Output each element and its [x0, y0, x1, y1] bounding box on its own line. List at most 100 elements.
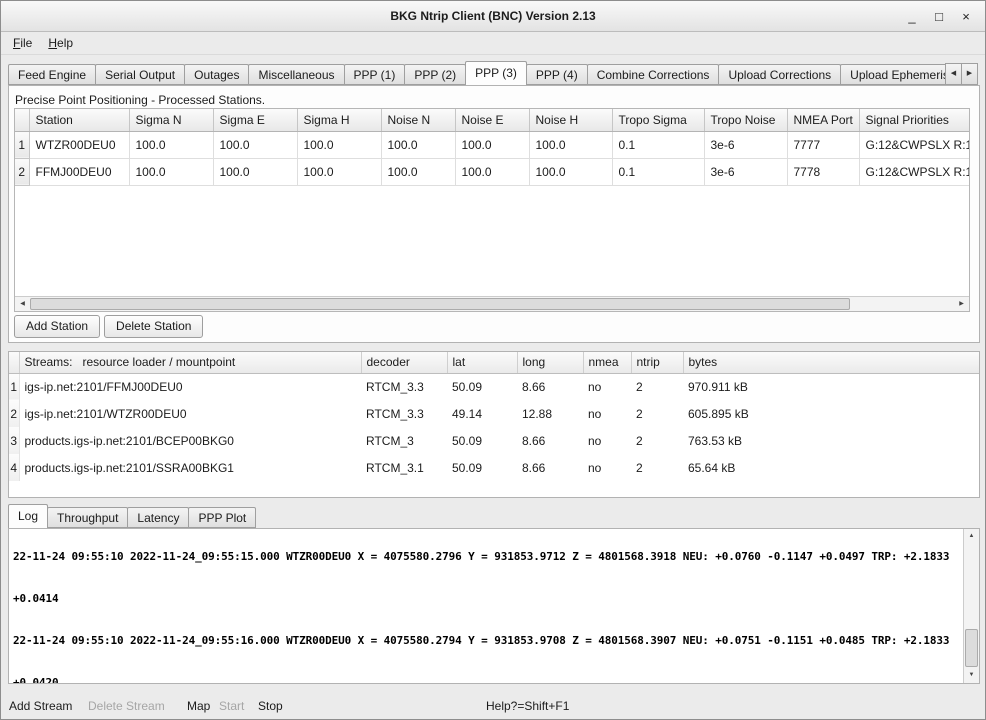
tropo-noise-cell[interactable]: 3e-6 [704, 158, 787, 185]
delete-station-button[interactable]: Delete Station [104, 315, 203, 338]
tab-ppp-3[interactable]: PPP (3) [465, 61, 527, 85]
mountpoint-cell[interactable]: igs-ip.net:2101/FFMJ00DEU0 [19, 373, 361, 400]
noise-n-cell[interactable]: 100.0 [381, 158, 455, 185]
mountpoint-cell[interactable]: products.igs-ip.net:2101/SSRA00BKG1 [19, 454, 361, 481]
vertical-scroll-thumb[interactable] [965, 629, 978, 667]
bytes-cell[interactable]: 65.64 kB [683, 454, 979, 481]
tab-ppp-4[interactable]: PPP (4) [526, 64, 588, 85]
bytes-cell[interactable]: 763.53 kB [683, 427, 979, 454]
col-long: long [517, 352, 583, 373]
lat-cell[interactable]: 49.14 [447, 400, 517, 427]
tab-upload-ephemeris[interactable]: Upload Ephemeris [840, 64, 959, 85]
menu-file[interactable]: File [5, 34, 40, 52]
ntrip-cell[interactable]: 2 [631, 427, 683, 454]
mountpoint-cell[interactable]: products.igs-ip.net:2101/BCEP00BKG0 [19, 427, 361, 454]
ppp3-pane: Precise Point Positioning - Processed St… [8, 85, 980, 343]
maximize-icon[interactable]: □ [932, 9, 946, 24]
noise-e-cell[interactable]: 100.0 [455, 131, 529, 158]
lat-cell[interactable]: 50.09 [447, 427, 517, 454]
add-station-button[interactable]: Add Station [14, 315, 100, 338]
col-station: Station [29, 109, 129, 131]
col-tropo-noise: Tropo Noise [704, 109, 787, 131]
stations-horizontal-scrollbar[interactable]: ◀ ▶ [15, 296, 969, 311]
long-cell[interactable]: 8.66 [517, 454, 583, 481]
nmea-port-cell[interactable]: 7778 [787, 158, 859, 185]
tab-feed-engine[interactable]: Feed Engine [8, 64, 96, 85]
noise-h-cell[interactable]: 100.0 [529, 158, 612, 185]
sigma-h-cell[interactable]: 100.0 [297, 131, 381, 158]
nmea-cell[interactable]: no [583, 373, 631, 400]
monitor-tabs: Log Throughput Latency PPP Plot [8, 504, 255, 528]
close-icon[interactable]: × [959, 9, 973, 24]
help-shortcut-label: Help?=Shift+F1 [486, 699, 569, 713]
log-line: +0.0414 [13, 592, 963, 606]
tab-combine-corrections[interactable]: Combine Corrections [587, 64, 720, 85]
col-decoder: decoder [361, 352, 447, 373]
log-vertical-scrollbar[interactable]: ▲ ▼ [963, 529, 979, 683]
noise-h-cell[interactable]: 100.0 [529, 131, 612, 158]
scroll-up-icon[interactable]: ▲ [964, 529, 979, 544]
station-row: 2 FFMJ00DEU0 100.0 100.0 100.0 100.0 100… [15, 158, 970, 185]
tab-scroll-left-icon[interactable]: ◀ [945, 63, 962, 85]
ntrip-cell[interactable]: 2 [631, 400, 683, 427]
bytes-cell[interactable]: 970.911 kB [683, 373, 979, 400]
signal-priorities-cell[interactable]: G:12&CWPSLX R:12 [859, 158, 970, 185]
col-lat: lat [447, 352, 517, 373]
minimize-icon[interactable]: _ [905, 9, 919, 24]
long-cell[interactable]: 8.66 [517, 427, 583, 454]
scroll-left-icon[interactable]: ◀ [15, 297, 30, 311]
nmea-cell[interactable]: no [583, 400, 631, 427]
bytes-cell[interactable]: 605.895 kB [683, 400, 979, 427]
tab-throughput[interactable]: Throughput [47, 507, 128, 528]
tab-ppp-plot[interactable]: PPP Plot [188, 507, 256, 528]
sigma-e-cell[interactable]: 100.0 [213, 131, 297, 158]
tab-log[interactable]: Log [8, 504, 48, 528]
map-button[interactable]: Map [187, 699, 210, 713]
lat-cell[interactable]: 50.09 [447, 454, 517, 481]
nmea-cell[interactable]: no [583, 427, 631, 454]
decoder-cell[interactable]: RTCM_3.1 [361, 454, 447, 481]
mountpoint-cell[interactable]: igs-ip.net:2101/WTZR00DEU0 [19, 400, 361, 427]
tab-latency[interactable]: Latency [127, 507, 189, 528]
tab-upload-corrections[interactable]: Upload Corrections [718, 64, 841, 85]
sigma-n-cell[interactable]: 100.0 [129, 131, 213, 158]
long-cell[interactable]: 8.66 [517, 373, 583, 400]
tab-scroll-right-icon[interactable]: ▶ [961, 63, 978, 85]
ntrip-cell[interactable]: 2 [631, 454, 683, 481]
menu-help[interactable]: Help [40, 34, 81, 52]
long-cell[interactable]: 12.88 [517, 400, 583, 427]
horizontal-scroll-thumb[interactable] [30, 298, 850, 310]
station-cell[interactable]: WTZR00DEU0 [29, 131, 129, 158]
ntrip-cell[interactable]: 2 [631, 373, 683, 400]
scroll-down-icon[interactable]: ▼ [964, 668, 979, 683]
tab-outages[interactable]: Outages [184, 64, 249, 85]
tab-miscellaneous[interactable]: Miscellaneous [248, 64, 344, 85]
sigma-n-cell[interactable]: 100.0 [129, 158, 213, 185]
decoder-cell[interactable]: RTCM_3.3 [361, 373, 447, 400]
tab-ppp-2[interactable]: PPP (2) [404, 64, 466, 85]
monitor-tabbar: Log Throughput Latency PPP Plot [8, 504, 978, 528]
sigma-e-cell[interactable]: 100.0 [213, 158, 297, 185]
tropo-noise-cell[interactable]: 3e-6 [704, 131, 787, 158]
noise-e-cell[interactable]: 100.0 [455, 158, 529, 185]
nmea-cell[interactable]: no [583, 454, 631, 481]
stations-table: Station Sigma N Sigma E Sigma H Noise N … [14, 108, 970, 312]
titlebar: BKG Ntrip Client (BNC) Version 2.13 _ □ … [1, 1, 985, 32]
decoder-cell[interactable]: RTCM_3.3 [361, 400, 447, 427]
add-stream-button[interactable]: Add Stream [9, 699, 72, 713]
lat-cell[interactable]: 50.09 [447, 373, 517, 400]
tropo-sigma-cell[interactable]: 0.1 [612, 158, 704, 185]
noise-n-cell[interactable]: 100.0 [381, 131, 455, 158]
tropo-sigma-cell[interactable]: 0.1 [612, 131, 704, 158]
col-sigma-n: Sigma N [129, 109, 213, 131]
tab-serial-output[interactable]: Serial Output [95, 64, 185, 85]
nmea-port-cell[interactable]: 7777 [787, 131, 859, 158]
tab-ppp-1[interactable]: PPP (1) [344, 64, 406, 85]
stop-button[interactable]: Stop [258, 699, 283, 713]
decoder-cell[interactable]: RTCM_3 [361, 427, 447, 454]
scroll-right-icon[interactable]: ▶ [954, 297, 969, 311]
signal-priorities-cell[interactable]: G:12&CWPSLX R:12 [859, 131, 970, 158]
sigma-h-cell[interactable]: 100.0 [297, 158, 381, 185]
row-number: 1 [15, 131, 29, 158]
station-cell[interactable]: FFMJ00DEU0 [29, 158, 129, 185]
